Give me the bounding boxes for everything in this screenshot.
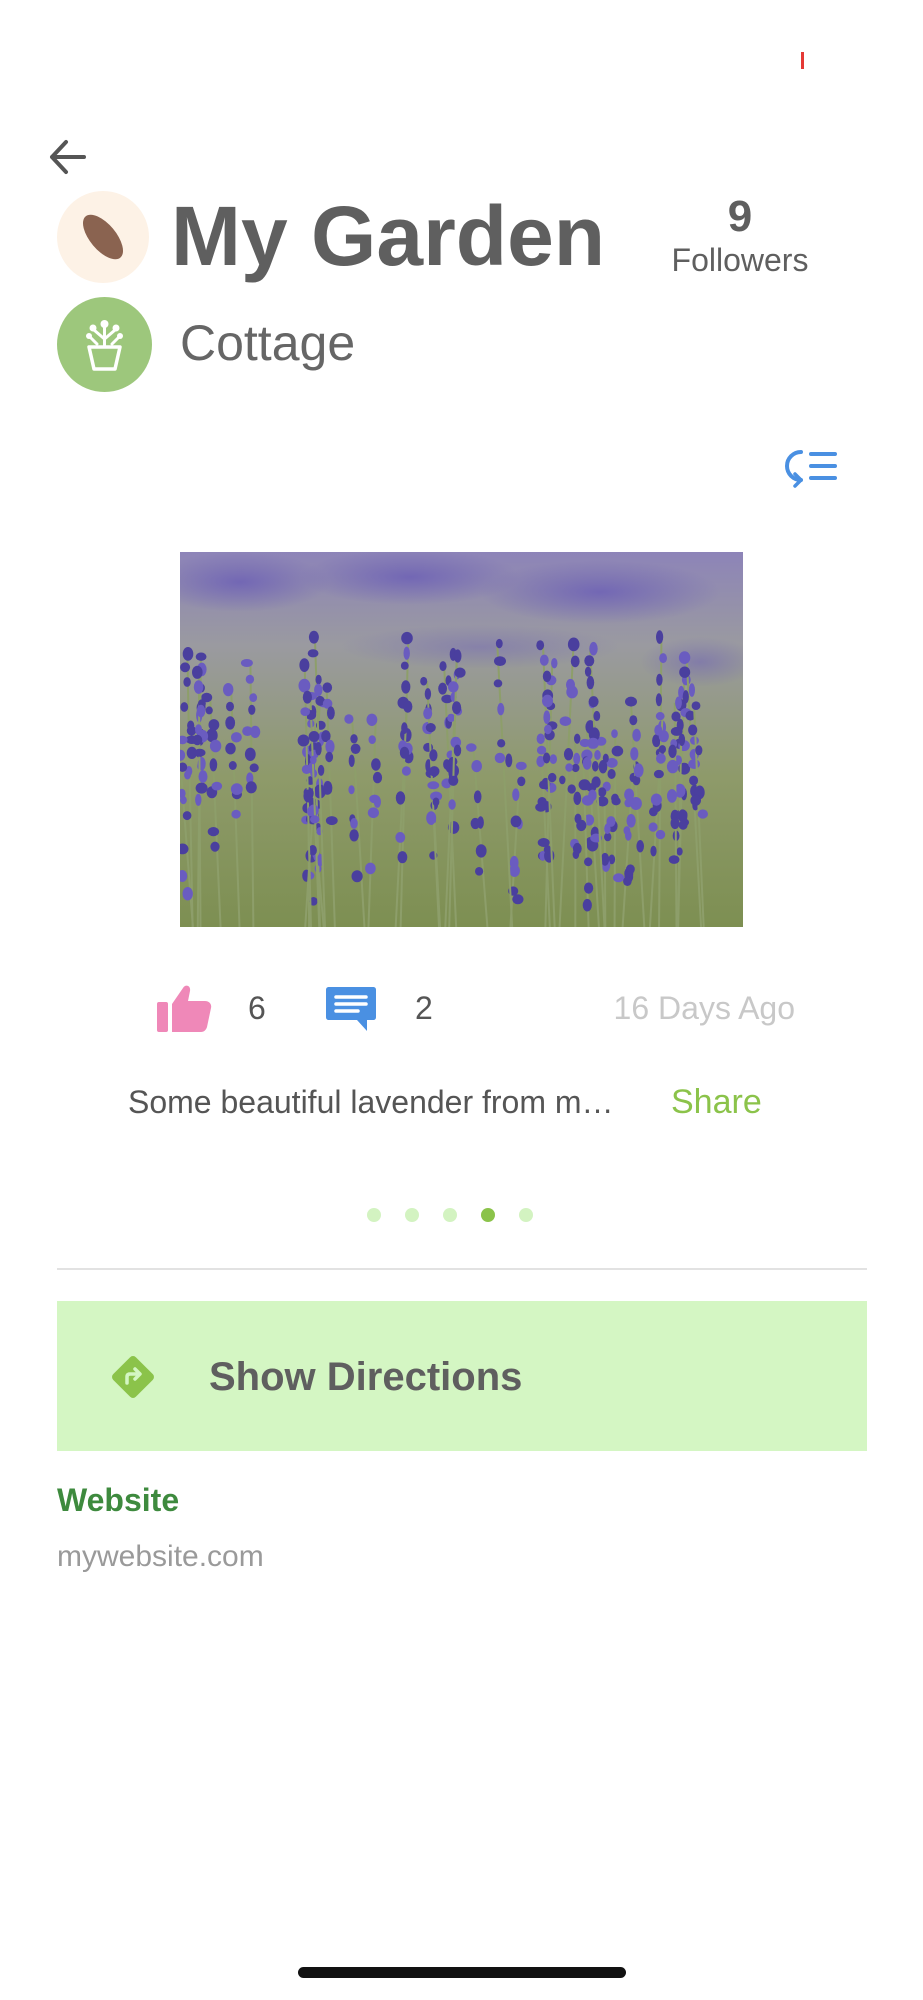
comment-button[interactable] [325,985,377,1033]
home-indicator[interactable] [298,1967,626,1978]
followers-label: Followers [671,242,809,278]
post-photo-lavender[interactable] [180,552,743,927]
comments-sort-button[interactable] [783,444,839,488]
website-link[interactable]: mywebsite.com [57,1537,264,1577]
directions-icon [112,1356,154,1398]
website-heading: Website [57,1482,180,1518]
pager-dot[interactable] [443,1208,457,1222]
pager-dot[interactable] [481,1208,495,1222]
post-timestamp: 16 Days Ago [613,990,795,1026]
show-directions-button[interactable]: Show Directions [57,1301,867,1451]
comment-count: 2 [415,990,433,1026]
pager-dot[interactable] [519,1208,533,1222]
post-pager [367,1208,533,1224]
followers-count: 9 [727,192,753,241]
comments-sort-icon [785,450,837,488]
garden-detail-screen: My Garden 9 Followers Cottage 6 2 16 Day… [0,0,923,2000]
status-indicator [801,52,804,69]
garden-style-badge [57,297,152,392]
lavender-photo [180,552,743,927]
show-directions-label: Show Directions [209,1355,523,1399]
garden-style-label: Cottage [180,315,356,371]
pager-dot[interactable] [405,1208,419,1222]
garden-title: My Garden [171,189,606,283]
back-button[interactable] [44,132,94,182]
like-count: 6 [248,990,266,1026]
comment-icon [326,987,376,1031]
section-divider [57,1268,867,1270]
seed-icon [82,214,124,260]
followers-counter[interactable]: 9 Followers [655,192,825,278]
post-caption[interactable]: Some beautiful lavender from m… [128,1082,638,1122]
garden-avatar [57,191,149,283]
share-button[interactable]: Share [671,1082,762,1122]
pager-dot[interactable] [367,1208,381,1222]
like-button[interactable] [155,982,213,1034]
arrow-left-icon [50,140,86,174]
planter-icon [86,320,123,371]
thumbs-up-icon [157,985,212,1032]
